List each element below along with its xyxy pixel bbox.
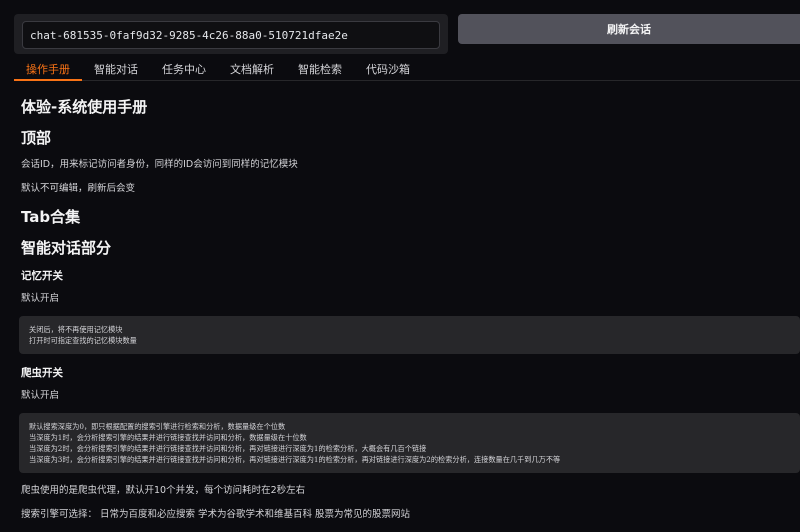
tab-manual[interactable]: 操作手册: [14, 60, 82, 81]
tab-bar: 操作手册 智能对话 任务中心 文档解析 智能检索 代码沙箱: [14, 60, 800, 81]
code-line: 默认搜索深度为0，即只根据配置的搜索引擎进行检索和分析，数据量级在个位数: [29, 422, 286, 431]
code-line: 关闭后，将不再使用记忆模块: [29, 325, 123, 334]
top-desc-refresh: 默认不可编辑，刷新后会变: [21, 183, 136, 194]
top-desc-session: 会话ID，用来标记访问者身份，同样的ID会访问到同样的记忆模块: [21, 159, 298, 170]
search-engine-note: 搜索引擎可选择： 日常为百度和必应搜索 学术为谷歌学术和维基百科 股票为常见的股…: [21, 509, 411, 520]
refresh-session-button[interactable]: 刷新会话: [458, 14, 800, 44]
tab-sandbox[interactable]: 代码沙箱: [354, 60, 422, 81]
memory-default-text: 默认开启: [21, 293, 60, 304]
crawler-switch-heading: 爬虫开关: [21, 367, 63, 379]
crawler-code-block: 默认搜索深度为0，即只根据配置的搜索引擎进行检索和分析，数据量级在个位数 当深度…: [19, 413, 800, 473]
chat-section-heading: 智能对话部分: [21, 239, 112, 257]
tab-search[interactable]: 智能检索: [286, 60, 354, 81]
crawler-proxy-note: 爬虫使用的是爬虫代理，默认开10个并发，每个访问耗时在2秒左右: [21, 485, 306, 496]
top-section-heading: 顶部: [21, 129, 52, 147]
code-line: 当深度为2时，会分析搜索引擎的结果并进行链接查找并访问和分析，再对链接进行深度为…: [29, 444, 427, 453]
tab-tasks[interactable]: 任务中心: [150, 60, 218, 81]
memory-code-block: 关闭后，将不再使用记忆模块 打开时可指定查找的记忆模块数量: [19, 316, 800, 354]
code-line: 当深度为1时，会分析搜索引擎的结果并进行链接查找并访问和分析，数据量级在十位数: [29, 433, 307, 442]
code-line: 打开时可指定查找的记忆模块数量: [29, 336, 137, 345]
tab-chat[interactable]: 智能对话: [82, 60, 150, 81]
manual-content: 体验-系统使用手册 顶部 会话ID，用来标记访问者身份，同样的ID会访问到同样的…: [19, 96, 800, 532]
tab-section-heading: Tab合集: [21, 208, 81, 226]
tab-doc-parse[interactable]: 文档解析: [218, 60, 286, 81]
memory-switch-heading: 记忆开关: [21, 270, 63, 282]
crawler-default-text: 默认开启: [21, 390, 60, 401]
code-line: 当深度为3时，会分析搜索引擎的结果并进行链接查找并访问和分析，再对链接进行深度为…: [29, 455, 561, 464]
manual-title: 体验-系统使用手册: [21, 98, 148, 116]
session-panel: [14, 14, 448, 54]
session-id-input[interactable]: [22, 21, 440, 49]
